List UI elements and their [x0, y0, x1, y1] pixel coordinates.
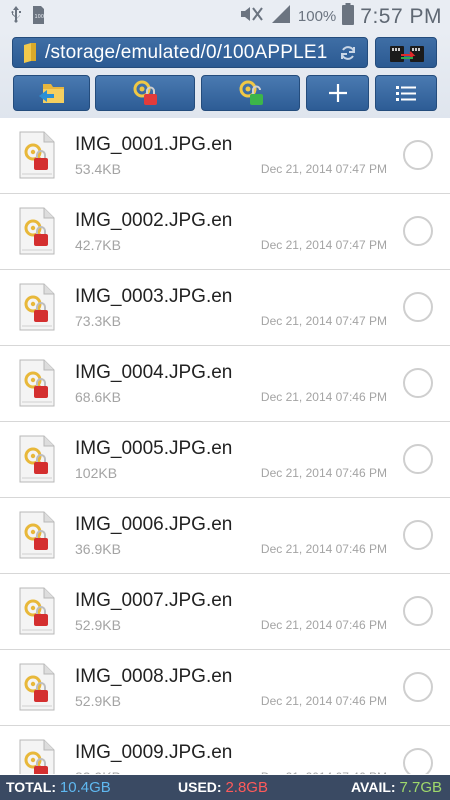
- file-date: Dec 21, 2014 07:47 PM: [260, 314, 387, 328]
- file-name: IMG_0009.JPG.en: [75, 742, 233, 763]
- signal-icon: [270, 4, 292, 29]
- file-name: IMG_0007.JPG.en: [75, 590, 233, 611]
- file-name: IMG_0005.JPG.en: [75, 438, 233, 459]
- header: /storage/emulated/0/100APPLE1: [0, 32, 450, 118]
- file-row[interactable]: IMG_0004.JPG.en 68.6KB Dec 21, 2014 07:4…: [0, 346, 450, 422]
- encrypted-file-icon: [18, 663, 56, 711]
- total-label: TOTAL:: [6, 779, 57, 795]
- file-row[interactable]: IMG_0008.JPG.en 52.9KB Dec 21, 2014 07:4…: [0, 650, 450, 726]
- svg-text:100: 100: [35, 14, 45, 20]
- encrypted-file-icon: [18, 359, 56, 407]
- plus-icon: [327, 82, 349, 104]
- refresh-icon[interactable]: [339, 44, 357, 62]
- file-date: Dec 21, 2014 07:47 PM: [260, 238, 387, 252]
- list-menu-icon: [396, 84, 416, 102]
- file-date: Dec 21, 2014 07:46 PM: [260, 542, 387, 556]
- file-size: 82.9KB: [75, 769, 121, 774]
- file-size: 73.3KB: [75, 313, 121, 329]
- encrypted-file-icon: [18, 131, 56, 179]
- decrypt-button[interactable]: [201, 75, 300, 111]
- total-storage: TOTAL: 10.4GB: [6, 779, 111, 796]
- file-size: 52.9KB: [75, 617, 121, 633]
- file-date: Dec 21, 2014 07:46 PM: [260, 618, 387, 632]
- menu-button[interactable]: [375, 75, 437, 111]
- back-folder-icon: [37, 81, 67, 105]
- used-storage: USED: 2.8GB: [178, 779, 268, 796]
- select-radio[interactable]: [403, 292, 433, 322]
- file-size: 52.9KB: [75, 693, 121, 709]
- file-date: Dec 21, 2014 07:46 PM: [261, 770, 387, 774]
- select-radio[interactable]: [403, 140, 433, 170]
- usb-icon: [10, 6, 22, 29]
- avail-label: AVAIL:: [350, 779, 396, 795]
- select-radio[interactable]: [403, 672, 433, 702]
- encrypted-file-icon: [18, 435, 56, 483]
- file-row[interactable]: IMG_0007.JPG.en 52.9KB Dec 21, 2014 07:4…: [0, 574, 450, 650]
- used-value: 2.8GB: [225, 779, 268, 796]
- file-name: IMG_0004.JPG.en: [75, 362, 233, 383]
- encrypted-file-icon: [18, 511, 56, 559]
- file-size: 42.7KB: [75, 237, 121, 253]
- file-name: IMG_0006.JPG.en: [75, 514, 233, 535]
- file-date: Dec 21, 2014 07:47 PM: [260, 162, 387, 176]
- file-list[interactable]: IMG_0001.JPG.en 53.4KB Dec 21, 2014 07:4…: [0, 118, 450, 774]
- encrypted-file-icon: [18, 207, 56, 255]
- file-date: Dec 21, 2014 07:46 PM: [260, 466, 387, 480]
- storage-footer: TOTAL: 10.4GB USED: 2.8GB AVAIL: 7.7GB: [0, 775, 450, 800]
- file-row[interactable]: IMG_0002.JPG.en 42.7KB Dec 21, 2014 07:4…: [0, 194, 450, 270]
- select-radio[interactable]: [403, 216, 433, 246]
- select-radio[interactable]: [403, 368, 433, 398]
- file-name: IMG_0003.JPG.en: [75, 286, 233, 307]
- sd-card-icon: 100: [32, 6, 45, 29]
- select-radio[interactable]: [403, 520, 433, 550]
- current-path: /storage/emulated/0/100APPLE1: [45, 41, 328, 63]
- used-label: USED:: [178, 779, 222, 795]
- file-row[interactable]: IMG_0003.JPG.en 73.3KB Dec 21, 2014 07:4…: [0, 270, 450, 346]
- back-folder-button[interactable]: [13, 75, 90, 111]
- file-row[interactable]: IMG_0006.JPG.en 36.9KB Dec 21, 2014 07:4…: [0, 498, 450, 574]
- battery-icon: [342, 3, 355, 30]
- encrypted-file-icon: [18, 283, 56, 331]
- encrypted-file-icon: [18, 739, 56, 774]
- file-date: Dec 21, 2014 07:46 PM: [260, 694, 387, 708]
- status-bar: 100 100% 7:57 PM: [0, 0, 450, 32]
- battery-percent: 100%: [297, 8, 337, 25]
- file-row[interactable]: IMG_0009.JPG.en 82.9KB Dec 21, 2014 07:4…: [0, 726, 450, 774]
- file-row[interactable]: IMG_0001.JPG.en 53.4KB Dec 21, 2014 07:4…: [0, 118, 450, 194]
- select-radio[interactable]: [403, 444, 433, 474]
- select-radio[interactable]: [403, 596, 433, 626]
- encrypt-button[interactable]: [95, 75, 195, 111]
- avail-value: 7.7GB: [399, 779, 442, 796]
- mute-icon: [238, 4, 264, 29]
- file-row[interactable]: IMG_0005.JPG.en 102KB Dec 21, 2014 07:46…: [0, 422, 450, 498]
- file-date: Dec 21, 2014 07:46 PM: [260, 390, 387, 404]
- file-size: 53.4KB: [75, 161, 121, 177]
- lock-icon: [131, 80, 159, 106]
- toolbar: [0, 75, 450, 115]
- available-storage: AVAIL: 7.7GB: [351, 779, 442, 796]
- path-bar[interactable]: /storage/emulated/0/100APPLE1: [12, 37, 368, 68]
- unlock-icon: [237, 80, 265, 106]
- file-size: 68.6KB: [75, 389, 121, 405]
- storage-switch-button[interactable]: [375, 37, 437, 68]
- file-name: IMG_0008.JPG.en: [75, 666, 233, 687]
- file-name: IMG_0002.JPG.en: [75, 210, 233, 231]
- total-value: 10.4GB: [59, 779, 111, 796]
- file-size: 102KB: [75, 465, 118, 481]
- select-radio[interactable]: [403, 748, 433, 774]
- clock: 7:57 PM: [360, 4, 442, 28]
- encrypted-file-icon: [18, 587, 56, 635]
- file-name: IMG_0001.JPG.en: [75, 134, 233, 155]
- add-button[interactable]: [306, 75, 369, 111]
- folder-icon: [23, 42, 37, 63]
- file-size: 36.9KB: [75, 541, 121, 557]
